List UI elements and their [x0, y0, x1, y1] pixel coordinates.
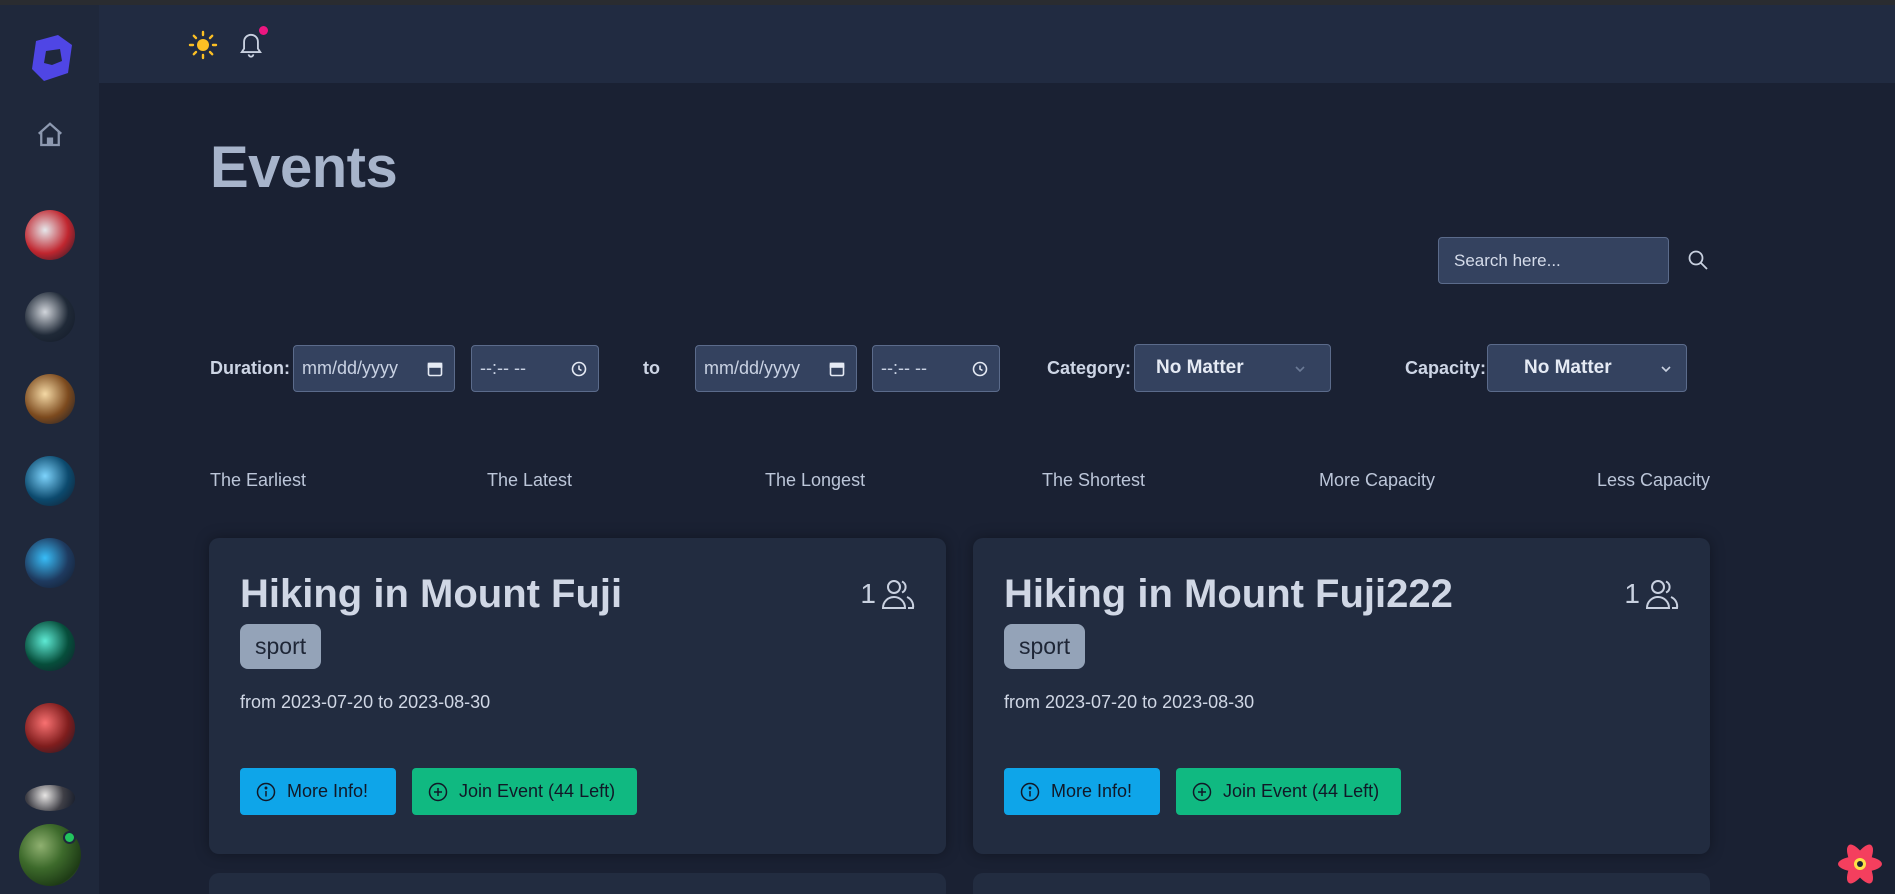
event-card: Hiking in Mount Fuji 1 sport from 2023-0… — [209, 538, 946, 854]
event-dates: from 2023-07-20 to 2023-08-30 — [1004, 692, 1255, 712]
app-logo-icon[interactable] — [22, 29, 78, 85]
calendar-icon — [829, 362, 845, 377]
plus-circle-icon — [1192, 782, 1212, 801]
info-icon — [1020, 782, 1040, 801]
people-icon — [1645, 580, 1679, 609]
join-event-button[interactable]: Join Event (44 Left) — [1176, 768, 1401, 815]
capacity-select[interactable]: No Matter — [1487, 344, 1687, 392]
plus-circle-icon — [428, 782, 448, 801]
end-time-placeholder: --:-- -- — [881, 358, 927, 378]
sort-earliest[interactable]: The Earliest — [210, 470, 306, 491]
category-label: Category: — [1047, 358, 1132, 378]
people-icon — [881, 580, 915, 609]
start-date-placeholder: mm/dd/yyyy — [302, 358, 399, 378]
duration-label: Duration: — [210, 358, 290, 378]
calendar-icon — [427, 362, 443, 377]
sidebar-avatar-2[interactable] — [25, 292, 75, 342]
chevron-down-icon — [1295, 366, 1305, 373]
page-title: Events — [210, 135, 398, 200]
search-icon[interactable] — [1686, 248, 1712, 274]
event-card-partial — [209, 873, 946, 894]
more-info-button[interactable]: More Info! — [240, 768, 396, 815]
sort-less-capacity[interactable]: Less Capacity — [1597, 470, 1710, 491]
join-event-label: Join Event (44 Left) — [1223, 781, 1380, 801]
sidebar-avatar-6[interactable] — [25, 621, 75, 671]
event-title: Hiking in Mount Fuji — [240, 572, 623, 616]
search-input[interactable] — [1438, 237, 1669, 284]
sidebar — [0, 5, 99, 894]
sidebar-avatar-4[interactable] — [25, 456, 75, 506]
end-time-input[interactable]: --:-- -- — [872, 345, 1000, 392]
sort-more-capacity[interactable]: More Capacity — [1319, 470, 1435, 491]
devtools-flower-icon[interactable] — [1835, 842, 1885, 886]
capacity-label: Capacity: — [1405, 358, 1487, 378]
start-date-input[interactable]: mm/dd/yyyy — [293, 345, 455, 392]
more-info-button[interactable]: More Info! — [1004, 768, 1160, 815]
more-info-label: More Info! — [287, 781, 369, 801]
bell-icon[interactable] — [237, 29, 273, 65]
sort-longest[interactable]: The Longest — [765, 470, 865, 491]
start-time-input[interactable]: --:-- -- — [471, 345, 599, 392]
home-icon[interactable] — [32, 117, 68, 153]
sun-icon[interactable] — [187, 29, 223, 65]
sidebar-avatar-1[interactable] — [25, 210, 75, 260]
capacity-value: No Matter — [1524, 357, 1612, 378]
end-date-input[interactable]: mm/dd/yyyy — [695, 345, 857, 392]
sidebar-avatar-8[interactable] — [25, 785, 75, 811]
top-header — [99, 5, 1895, 83]
sort-shortest[interactable]: The Shortest — [1042, 470, 1145, 491]
sort-latest[interactable]: The Latest — [487, 470, 572, 491]
start-time-placeholder: --:-- -- — [480, 358, 526, 378]
join-event-button[interactable]: Join Event (44 Left) — [412, 768, 637, 815]
sidebar-avatar-3[interactable] — [25, 374, 75, 424]
participant-count: 1 — [860, 578, 876, 609]
event-card: Hiking in Mount Fuji222 1 sport from 202… — [973, 538, 1710, 854]
event-dates: from 2023-07-20 to 2023-08-30 — [240, 692, 491, 712]
online-status-badge — [63, 831, 76, 844]
category-select[interactable]: No Matter — [1134, 344, 1331, 392]
more-info-label: More Info! — [1051, 781, 1133, 801]
event-card-partial — [973, 873, 1710, 894]
clock-icon — [972, 361, 988, 377]
clock-icon — [571, 361, 587, 377]
join-event-label: Join Event (44 Left) — [459, 781, 616, 801]
event-title: Hiking in Mount Fuji222 — [1004, 572, 1453, 616]
event-tag: sport — [240, 624, 322, 669]
category-value: No Matter — [1156, 357, 1244, 378]
participant-count: 1 — [1624, 578, 1640, 609]
end-date-placeholder: mm/dd/yyyy — [704, 358, 801, 378]
chevron-down-icon — [1661, 366, 1671, 373]
sidebar-avatar-7[interactable] — [25, 703, 75, 753]
to-label: to — [643, 358, 660, 378]
info-icon — [256, 782, 276, 801]
event-tag: sport — [1004, 624, 1086, 669]
notification-badge — [259, 26, 268, 35]
sidebar-avatar-5[interactable] — [25, 538, 75, 588]
